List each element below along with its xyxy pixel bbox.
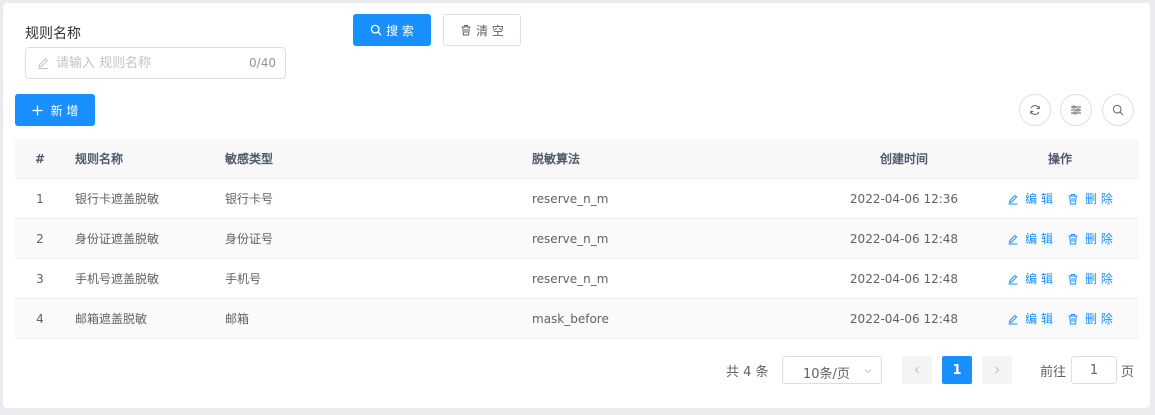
page-size-value: 10条/页 — [803, 367, 850, 382]
clear-button-label: 清 空 — [476, 23, 504, 38]
rule-name-char-counter: 0/40 — [249, 56, 276, 70]
table-header-row: # 规则名称 敏感类型 脱敏算法 创建时间 操作 — [15, 139, 1139, 179]
row-algorithm: mask_before — [532, 312, 609, 326]
toggle-search-button[interactable] — [1102, 94, 1134, 126]
row-actions: 编 辑 删 除 — [985, 219, 1135, 259]
next-page-button[interactable] — [982, 356, 1012, 384]
edit-button[interactable]: 编 辑 — [1007, 259, 1053, 299]
refresh-icon — [1030, 105, 1040, 115]
rule-name-input[interactable] — [56, 54, 236, 72]
search-button-label: 搜 索 — [386, 23, 414, 38]
trash-icon — [1068, 194, 1078, 205]
row-index: 1 — [36, 192, 44, 206]
delete-label: 删 除 — [1085, 192, 1113, 206]
edit-icon — [38, 58, 48, 69]
page-suffix-label: 页 — [1121, 365, 1135, 380]
edit-label: 编 辑 — [1025, 272, 1053, 286]
row-actions: 编 辑 删 除 — [985, 179, 1135, 219]
column-header-created-at: 创建时间 — [879, 152, 928, 166]
table-row: 2 身份证遮盖脱敏 身份证号 reserve_n_m 2022-04-06 12… — [15, 219, 1139, 259]
rules-table: # 规则名称 敏感类型 脱敏算法 创建时间 操作 1 银行卡遮盖脱敏 银行卡号 … — [15, 139, 1139, 339]
row-rule-name: 银行卡遮盖脱敏 — [75, 192, 160, 206]
delete-label: 删 除 — [1085, 312, 1113, 326]
goto-page-input[interactable] — [1071, 356, 1117, 384]
trash-icon — [1068, 234, 1078, 245]
row-created-at: 2022-04-06 12:48 — [849, 312, 959, 326]
table-row: 4 邮箱遮盖脱敏 邮箱 mask_before 2022-04-06 12:48… — [15, 299, 1139, 339]
table-row: 1 银行卡遮盖脱敏 银行卡号 reserve_n_m 2022-04-06 12… — [15, 179, 1139, 219]
plus-icon — [32, 105, 43, 115]
row-sensitive-type: 手机号 — [225, 272, 262, 286]
add-button[interactable]: 新 增 — [15, 94, 95, 126]
column-header-actions: 操作 — [1047, 152, 1072, 166]
row-index: 3 — [36, 272, 44, 286]
chevron-right-icon — [995, 366, 1000, 374]
search-button[interactable]: 搜 索 — [353, 14, 431, 46]
row-algorithm: reserve_n_m — [532, 192, 609, 206]
page-number-current[interactable]: 1 — [942, 356, 972, 384]
column-header-rule-name: 规则名称 — [75, 152, 124, 166]
table-row: 3 手机号遮盖脱敏 手机号 reserve_n_m 2022-04-06 12:… — [15, 259, 1139, 299]
delete-button[interactable]: 删 除 — [1067, 299, 1113, 339]
edit-label: 编 辑 — [1025, 312, 1053, 326]
edit-button[interactable]: 编 辑 — [1007, 179, 1053, 219]
row-actions: 编 辑 删 除 — [985, 299, 1135, 339]
delete-label: 删 除 — [1085, 272, 1113, 286]
search-icon — [370, 24, 382, 36]
row-sensitive-type: 银行卡号 — [225, 192, 274, 206]
delete-label: 删 除 — [1085, 232, 1113, 246]
column-header-algorithm: 脱敏算法 — [532, 152, 581, 166]
chevron-down-icon — [864, 369, 872, 374]
search-icon — [1112, 104, 1124, 116]
delete-button[interactable]: 删 除 — [1067, 259, 1113, 299]
edit-button[interactable]: 编 辑 — [1007, 219, 1053, 259]
column-settings-button[interactable] — [1060, 94, 1092, 126]
edit-label: 编 辑 — [1025, 192, 1053, 206]
edit-icon — [1008, 234, 1018, 245]
edit-button[interactable]: 编 辑 — [1007, 299, 1053, 339]
delete-button[interactable]: 删 除 — [1067, 219, 1113, 259]
delete-button[interactable]: 删 除 — [1067, 179, 1113, 219]
trash-icon — [1068, 314, 1078, 325]
clear-button[interactable]: 清 空 — [443, 14, 521, 46]
row-rule-name: 身份证遮盖脱敏 — [75, 232, 160, 246]
row-algorithm: reserve_n_m — [532, 232, 609, 246]
row-created-at: 2022-04-06 12:36 — [849, 192, 959, 206]
column-header-sensitive-type: 敏感类型 — [225, 152, 274, 166]
column-settings-icon — [1071, 105, 1081, 115]
row-sensitive-type: 身份证号 — [225, 232, 274, 246]
trash-icon — [1068, 274, 1078, 285]
add-button-label: 新 增 — [50, 103, 79, 118]
row-actions: 编 辑 删 除 — [985, 259, 1135, 299]
pagination-total: 共 4 条 — [726, 365, 769, 380]
refresh-button[interactable] — [1019, 94, 1051, 126]
trash-icon — [461, 25, 471, 36]
column-header-index: # — [34, 152, 46, 166]
page-size-select[interactable]: 10条/页 — [782, 356, 882, 384]
prev-page-button[interactable] — [902, 356, 932, 384]
row-sensitive-type: 邮箱 — [225, 312, 250, 326]
row-index: 4 — [36, 312, 44, 326]
row-created-at: 2022-04-06 12:48 — [849, 272, 959, 286]
edit-icon — [1008, 314, 1018, 325]
row-rule-name: 邮箱遮盖脱敏 — [75, 312, 148, 326]
row-rule-name: 手机号遮盖脱敏 — [75, 272, 160, 286]
edit-icon — [1008, 194, 1018, 205]
rule-management-panel: 规则名称 0/40 搜 索 清 空 新 增 — [3, 3, 1150, 408]
row-algorithm: reserve_n_m — [532, 272, 609, 286]
edit-label: 编 辑 — [1025, 232, 1053, 246]
edit-icon — [1008, 274, 1018, 285]
row-index: 2 — [36, 232, 44, 246]
goto-label: 前往 — [1040, 365, 1067, 380]
chevron-left-icon — [914, 366, 919, 374]
row-created-at: 2022-04-06 12:48 — [849, 232, 959, 246]
rule-name-input-wrapper[interactable]: 0/40 — [25, 47, 286, 79]
rule-name-label: 规则名称 — [25, 26, 81, 42]
